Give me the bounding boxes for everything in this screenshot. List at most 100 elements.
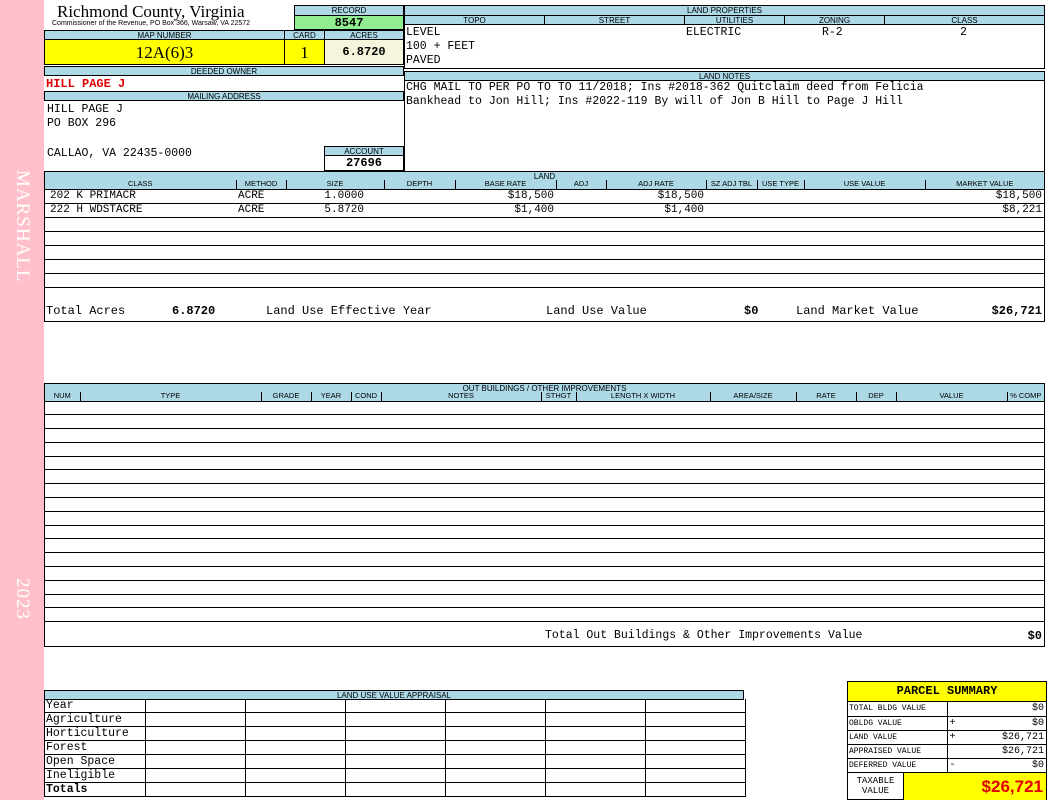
land-use-cell bbox=[545, 726, 646, 741]
outbuilding-row bbox=[45, 470, 1044, 485]
zoning-header: ZONING bbox=[784, 15, 885, 25]
land-col-base-rate: BASE RATE bbox=[455, 180, 557, 190]
land-row-adj-rate: $18,500 bbox=[606, 189, 706, 204]
taxable-label-line-1: TAXABLE bbox=[856, 776, 895, 786]
land-use-cell bbox=[245, 754, 346, 769]
land-use-cell bbox=[345, 782, 446, 797]
land-col-size: SIZE bbox=[286, 180, 385, 190]
outbuildings-table: NUM TYPE GRADE YEAR COND NOTES STHGT LEN… bbox=[45, 392, 1044, 402]
land-row-empty bbox=[45, 245, 1044, 260]
ob-col-dep: DEP bbox=[856, 392, 897, 402]
class-value: 2 bbox=[960, 26, 967, 39]
land-use-cell bbox=[545, 754, 646, 769]
land-use-cell bbox=[245, 726, 346, 741]
land-use-cell bbox=[645, 768, 746, 783]
street-header: STREET bbox=[544, 15, 685, 25]
land-use-appraisal-row: Forest bbox=[45, 740, 746, 755]
land-use-cell bbox=[445, 782, 546, 797]
outbuilding-row bbox=[45, 415, 1044, 430]
land-use-category: Forest bbox=[45, 740, 146, 755]
outbuilding-row bbox=[45, 595, 1044, 609]
land-col-class: CLASS bbox=[45, 180, 237, 190]
land-use-cell bbox=[645, 699, 746, 713]
parcel-summary-title: PARCEL SUMMARY bbox=[848, 682, 1046, 702]
land-use-cell bbox=[145, 754, 246, 769]
land-use-cell bbox=[645, 754, 746, 769]
mailing-address-label: MAILING ADDRESS bbox=[44, 91, 404, 101]
ob-col-cond: COND bbox=[351, 392, 382, 402]
topo-header: TOPO bbox=[404, 15, 545, 25]
land-row-empty bbox=[45, 259, 1044, 274]
land-col-adj-rate: ADJ RATE bbox=[606, 180, 707, 190]
land-use-cell bbox=[445, 712, 546, 727]
land-use-category: Totals bbox=[45, 782, 146, 797]
deeded-owner-label: DEEDED OWNER bbox=[44, 66, 404, 76]
ob-col-area-size: AREA/SIZE bbox=[710, 392, 797, 402]
land-row-sz-adj-tbl bbox=[706, 189, 757, 204]
land-use-cell bbox=[145, 726, 246, 741]
parcel-summary-label: LAND VALUE bbox=[848, 730, 948, 745]
land-section: CLASS METHOD SIZE DEPTH BASE RATE ADJ AD… bbox=[44, 180, 1045, 322]
commissioner-address: Commissioner of the Revenue, PO Box 366,… bbox=[52, 20, 251, 27]
outbuilding-row bbox=[45, 608, 1044, 623]
zoning-value: R-2 bbox=[822, 26, 843, 39]
land-use-cell bbox=[545, 699, 646, 713]
land-use-cell bbox=[545, 712, 646, 727]
land-row-base-rate: $18,500 bbox=[455, 189, 556, 204]
address-line-3: CALLAO, VA 22435-0000 bbox=[47, 147, 192, 160]
ob-col-pct-comp: % COMP bbox=[1007, 392, 1044, 402]
taxable-value-label: TAXABLE VALUE bbox=[848, 773, 903, 800]
address-line-2: PO BOX 296 bbox=[47, 117, 117, 130]
taxable-label-line-2: VALUE bbox=[861, 786, 889, 796]
land-use-cell bbox=[245, 768, 346, 783]
land-use-appraisal-row: Horticulture bbox=[45, 726, 746, 741]
land-use-category: Horticulture bbox=[45, 726, 146, 741]
land-col-sz-adj-tbl: SZ ADJ TBL bbox=[706, 180, 758, 190]
land-use-cell bbox=[545, 782, 646, 797]
land-col-adj: ADJ bbox=[556, 180, 607, 190]
land-use-appraisal-row: Open Space bbox=[45, 754, 746, 769]
land-use-cell bbox=[145, 712, 246, 727]
deeded-owner: HILL PAGE J bbox=[46, 77, 126, 91]
land-use-appraisal-row: Agriculture bbox=[45, 712, 746, 727]
land-use-category: Agriculture bbox=[45, 712, 146, 727]
land-use-cell bbox=[645, 726, 746, 741]
land-use-appraisal-box: Year Agriculture Horticulture Forest Open Sp… bbox=[44, 699, 746, 797]
outbuilding-row bbox=[45, 484, 1044, 499]
outbuilding-row bbox=[45, 512, 1044, 526]
taxable-value: $26,721 bbox=[903, 773, 1046, 800]
land-use-cell bbox=[245, 782, 346, 797]
topo-value-2: 100 + FEET bbox=[406, 40, 476, 53]
outbuilding-row bbox=[45, 539, 1044, 554]
parcel-summary-row: DEFERRED VALUE - $0 bbox=[848, 758, 1046, 773]
land-table: CLASS METHOD SIZE DEPTH BASE RATE ADJ AD… bbox=[45, 180, 1044, 288]
land-col-depth: DEPTH bbox=[384, 180, 456, 190]
parcel-summary-value: $26,721 bbox=[1001, 731, 1044, 743]
outbuilding-row bbox=[45, 553, 1044, 568]
ob-col-sthgt: STHGT bbox=[541, 392, 577, 402]
parcel-summary-sign: - bbox=[949, 759, 956, 771]
map-number: 12A(6)3 bbox=[44, 39, 285, 65]
land-market-value-label: Land Market Value bbox=[796, 304, 919, 318]
land-row-use-value bbox=[804, 203, 925, 218]
outbuildings-rows bbox=[45, 402, 1044, 623]
parcel-summary-value-cell: $0 bbox=[947, 702, 1046, 717]
parcel-summary-label: OBLDG VALUE bbox=[848, 716, 948, 731]
total-acres-value: 6.8720 bbox=[172, 304, 216, 318]
land-use-cell bbox=[245, 699, 346, 713]
land-col-use-value: USE VALUE bbox=[804, 180, 926, 190]
land-row-method: ACRE bbox=[236, 203, 286, 218]
land-row-empty bbox=[45, 231, 1044, 246]
record-value: 8547 bbox=[294, 15, 404, 30]
land-use-value-label: Land Use Value bbox=[546, 304, 647, 318]
land-row-use-type bbox=[757, 203, 804, 218]
ob-col-num: NUM bbox=[45, 392, 81, 402]
outbuilding-row bbox=[45, 498, 1044, 512]
parcel-summary-sign: + bbox=[949, 717, 956, 729]
land-notes-line-2: Bankhead to Jon Hill; Ins #2022-119 By w… bbox=[406, 95, 903, 108]
land-row-empty bbox=[45, 273, 1044, 288]
land-use-cell bbox=[345, 699, 446, 713]
land-use-cell bbox=[145, 768, 246, 783]
total-acres-label: Total Acres bbox=[46, 304, 126, 318]
parcel-summary-label: TOTAL BLDG VALUE bbox=[848, 702, 948, 717]
